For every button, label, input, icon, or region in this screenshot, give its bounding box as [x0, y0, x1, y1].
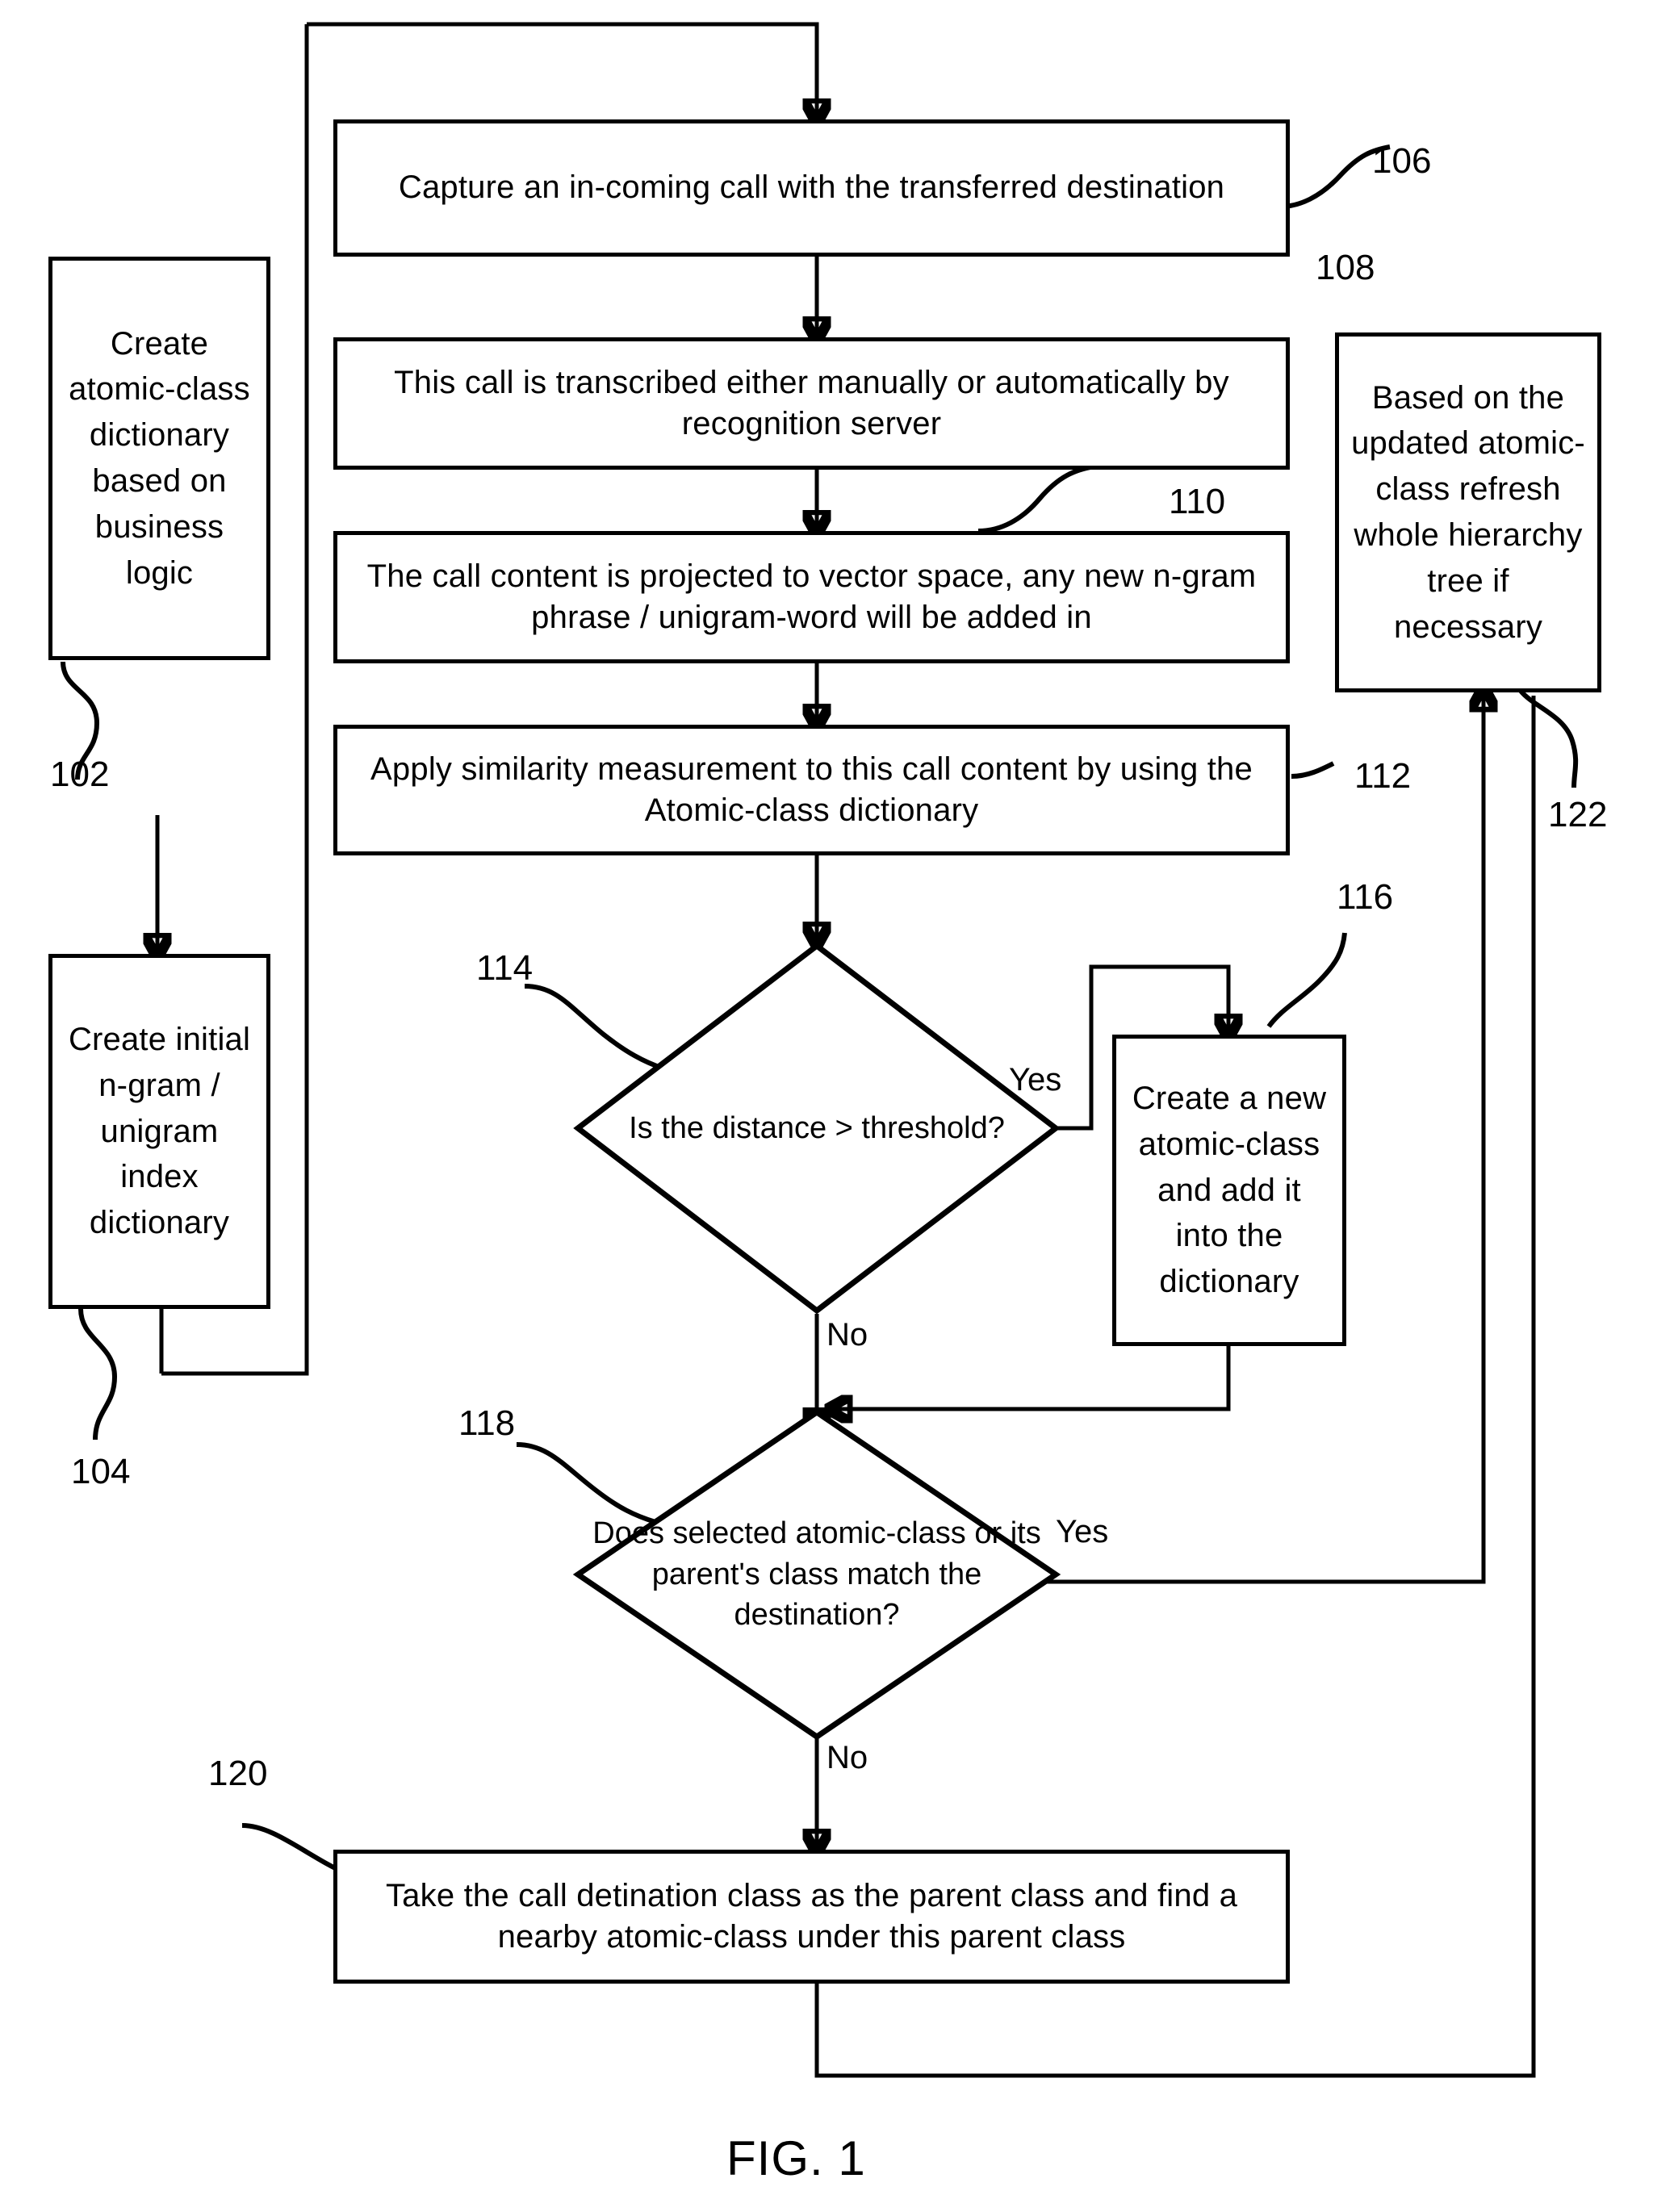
ref-numeral-108: 108 [1316, 248, 1375, 287]
process-box-102: Create atomic-class dictionary based on … [48, 257, 270, 660]
branch-label-yes-114: Yes [1009, 1062, 1062, 1098]
process-box-106: Capture an in-coming call with the trans… [333, 119, 1290, 257]
process-box-122-label: Based on the updated atomic-class refres… [1351, 379, 1585, 645]
process-box-104: Create initial n-gram / unigram index di… [48, 954, 270, 1309]
decision-diamond-114: Is the distance > threshold? [573, 942, 1061, 1315]
ref-numeral-102: 102 [50, 755, 110, 794]
ref-numeral-106: 106 [1372, 141, 1432, 181]
decision-diamond-118: Does selected atomic-class or its parent… [572, 1408, 1061, 1741]
ref-numeral-104: 104 [71, 1452, 131, 1491]
ref-numeral-118: 118 [458, 1403, 516, 1443]
patent-figure-page: Create atomic-class dictionary based on … [0, 0, 1653, 2212]
process-box-106-label: Capture an in-coming call with the trans… [398, 169, 1225, 206]
process-box-112-label: Apply similarity measurement to this cal… [370, 751, 1253, 828]
ref-numeral-112: 112 [1354, 756, 1412, 796]
process-box-108-label: This call is transcribed either manually… [394, 364, 1229, 441]
process-box-120: Take the call detination class as the pa… [333, 1850, 1290, 1984]
process-box-116-label: Create a new atomic-class and add it int… [1132, 1081, 1327, 1300]
process-box-104-label: Create initial n-gram / unigram index di… [68, 1022, 251, 1241]
process-box-116: Create a new atomic-class and add it int… [1112, 1035, 1346, 1346]
ref-numeral-122: 122 [1548, 795, 1608, 834]
branch-label-no-114: No [826, 1317, 868, 1353]
process-box-110-label: The call content is projected to vector … [366, 558, 1257, 635]
ref-numeral-114: 114 [476, 948, 534, 988]
process-box-120-label: Take the call detination class as the pa… [385, 1877, 1238, 1955]
process-box-112: Apply similarity measurement to this cal… [333, 725, 1290, 855]
branch-label-no-118: No [826, 1740, 868, 1775]
figure-caption: FIG. 1 [726, 2131, 866, 2185]
process-box-122: Based on the updated atomic-class refres… [1335, 332, 1601, 692]
process-box-102-label: Create atomic-class dictionary based on … [69, 325, 250, 591]
branch-label-yes-118: Yes [1056, 1514, 1109, 1549]
ref-numeral-120: 120 [208, 1754, 268, 1793]
process-box-108: This call is transcribed either manually… [333, 337, 1290, 470]
ref-numeral-110: 110 [1169, 482, 1226, 521]
ref-numeral-116: 116 [1337, 877, 1394, 917]
process-box-110: The call content is projected to vector … [333, 531, 1290, 663]
